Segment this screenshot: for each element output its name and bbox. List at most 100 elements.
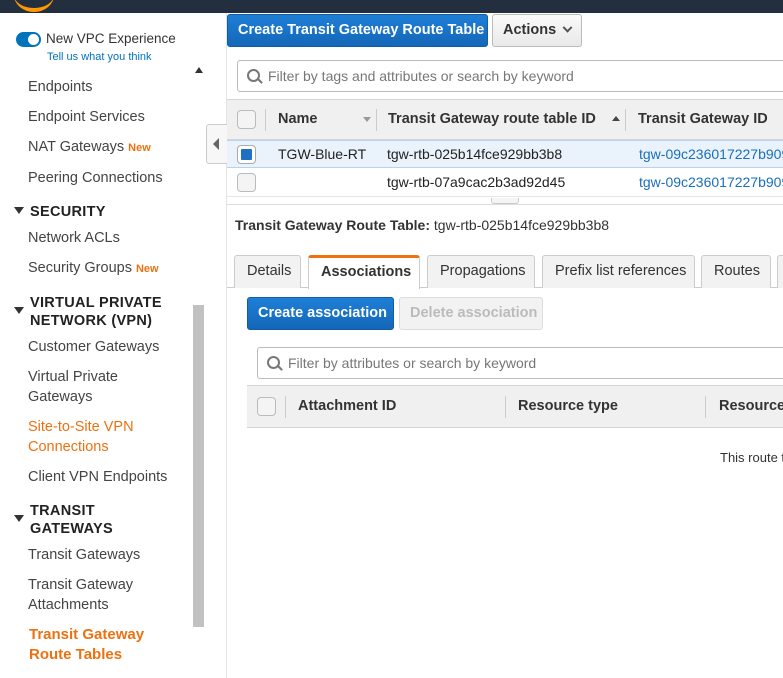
- cell-route-table-id: tgw-rtb-07a9cac2b3ad92d45: [387, 174, 566, 190]
- create-route-table-button[interactable]: Create Transit Gateway Route Table: [227, 14, 488, 47]
- column-header-resource-type[interactable]: Resource type: [518, 386, 618, 427]
- column-header-attachment-id[interactable]: Attachment ID: [298, 386, 396, 427]
- sidebar-item-label: Customer Gateways: [28, 339, 160, 355]
- sidebar-item-label: Transit Gateways: [28, 547, 141, 563]
- section-label: VIRTUAL PRIVATE: [30, 295, 162, 311]
- column-divider: [265, 109, 266, 131]
- cell-name: TGW-Blue-RT: [278, 146, 367, 162]
- sidebar-item-endpoints[interactable]: Endpoints: [28, 77, 93, 97]
- sidebar-item-label: Transit Gateway: [28, 577, 134, 593]
- section-label: GATEWAYS: [30, 521, 113, 537]
- scroll-up-arrow-icon[interactable]: [195, 67, 203, 73]
- sidebar-item-label: Site-to-Site VPN: [28, 419, 134, 435]
- column-divider: [625, 109, 626, 131]
- sidebar-item-label: Transit Gateway: [29, 626, 145, 643]
- sidebar-item-network-acls[interactable]: Network ACLs: [28, 228, 120, 248]
- sidebar-item-label: Virtual Private: [28, 369, 118, 385]
- new-vpc-experience-label: New VPC Experience: [46, 31, 176, 46]
- empty-table-message: This route t: [720, 450, 783, 465]
- panel-resize-bar[interactable]: [227, 198, 783, 205]
- sidebar-item-nat-gateways[interactable]: NAT Gateways New: [28, 137, 151, 158]
- search-placeholder: Filter by attributes or search by keywor…: [288, 355, 537, 371]
- sort-icon[interactable]: [363, 117, 371, 122]
- new-badge: New: [135, 263, 159, 275]
- select-all-checkbox[interactable]: [237, 110, 256, 129]
- new-badge: New: [128, 142, 151, 154]
- tab-propagations[interactable]: Propagations: [427, 255, 535, 288]
- detail-title-value: tgw-rtb-025b14fce929bb3b8: [433, 217, 610, 233]
- table-header: Name Transit Gateway route table ID Tran…: [227, 99, 783, 140]
- tab-prefix-list-references[interactable]: Prefix list references: [542, 255, 695, 288]
- search-placeholder: Filter by tags and attributes or search …: [268, 68, 574, 84]
- caret-down-icon: [14, 515, 24, 522]
- sidebar-item-label: Gateways: [28, 389, 93, 405]
- row-checkbox[interactable]: [237, 145, 256, 164]
- sidebar-item-virtual-private-gateways[interactable]: Virtual Private Gateways: [28, 367, 118, 407]
- association-search-input[interactable]: Filter by attributes or search by keywor…: [257, 347, 783, 379]
- top-navigation-bar: [0, 0, 783, 13]
- delete-association-button[interactable]: Delete association: [399, 297, 543, 330]
- section-label: TRANSIT: [30, 503, 95, 519]
- sidebar-item-label: Endpoints: [28, 79, 93, 95]
- sidebar-item-security-groups[interactable]: Security Groups New: [28, 258, 159, 279]
- sidebar-item-label: Peering Connections: [28, 170, 163, 186]
- search-input[interactable]: Filter by tags and attributes or search …: [237, 60, 783, 92]
- column-header-name[interactable]: Name: [278, 100, 318, 139]
- sidebar-item-label: Attachments: [28, 597, 109, 613]
- cell-route-table-id: tgw-rtb-025b14fce929bb3b8: [387, 146, 563, 162]
- tab-associations[interactable]: Associations: [308, 255, 420, 289]
- actions-dropdown-button[interactable]: Actions: [492, 14, 582, 47]
- column-divider: [285, 396, 286, 418]
- column-header-resource-id[interactable]: Resource I: [719, 386, 783, 427]
- actions-label: Actions: [503, 22, 557, 38]
- sidebar-item-site-to-site-vpn[interactable]: Site-to-Site VPN Connections: [28, 417, 134, 457]
- cell-transit-gateway-link[interactable]: tgw-09c236017227b9090: [639, 169, 783, 196]
- section-label: NETWORK (VPN): [30, 313, 153, 329]
- table-row[interactable]: TGW-Blue-RT tgw-rtb-025b14fce929bb3b8 tg…: [227, 140, 783, 168]
- create-association-button[interactable]: Create association: [247, 297, 394, 330]
- sidebar-item-transit-gateway-route-tables[interactable]: Transit Gateway Route Tables: [29, 625, 144, 665]
- sidebar-section-vpn[interactable]: VIRTUAL PRIVATE NETWORK (VPN): [14, 294, 162, 330]
- new-vpc-toggle[interactable]: [16, 32, 41, 47]
- detail-title: Transit Gateway Route Table: tgw-rtb-025…: [235, 217, 609, 233]
- tab-details[interactable]: Details: [234, 255, 301, 288]
- sidebar-item-label: Network ACLs: [28, 230, 120, 246]
- chevron-down-icon: [562, 22, 573, 33]
- search-icon: [267, 356, 280, 369]
- sort-ascending-icon[interactable]: [612, 116, 620, 121]
- resize-handle-icon[interactable]: [491, 198, 519, 204]
- collapse-sidebar-button[interactable]: [206, 124, 227, 164]
- search-icon: [247, 69, 260, 82]
- sidebar-item-transit-gateway-attachments[interactable]: Transit Gateway Attachments: [28, 575, 133, 615]
- sidebar-item-label: NAT Gateways: [28, 139, 125, 155]
- detail-title-label: Transit Gateway Route Table:: [235, 217, 431, 233]
- aws-logo-icon[interactable]: [0, 0, 60, 13]
- column-header-transit-gateway-id[interactable]: Transit Gateway ID: [638, 100, 768, 139]
- row-checkbox[interactable]: [237, 173, 256, 192]
- cell-transit-gateway-link[interactable]: tgw-09c236017227b9090: [639, 141, 783, 168]
- caret-down-icon: [14, 307, 24, 314]
- feedback-link[interactable]: Tell us what you think: [47, 51, 152, 63]
- sidebar-item-customer-gateways[interactable]: Customer Gateways: [28, 337, 159, 357]
- sidebar-section-security[interactable]: SECURITY: [14, 203, 106, 221]
- column-divider: [505, 396, 506, 418]
- sidebar-item-client-vpn-endpoints[interactable]: Client VPN Endpoints: [28, 467, 167, 487]
- column-divider: [376, 109, 377, 131]
- sidebar-section-transit-gateways[interactable]: TRANSIT GATEWAYS: [14, 502, 113, 538]
- sidebar-item-label: Connections: [28, 439, 109, 455]
- associations-table-header: Attachment ID Resource type Resource I: [247, 385, 783, 428]
- tab-overflow[interactable]: [777, 255, 783, 288]
- section-label: SECURITY: [30, 204, 106, 220]
- sidebar-item-transit-gateways[interactable]: Transit Gateways: [28, 545, 140, 565]
- table-row[interactable]: tgw-rtb-07a9cac2b3ad92d45 tgw-09c2360172…: [227, 169, 783, 197]
- sidebar-item-label: Client VPN Endpoints: [28, 469, 168, 485]
- sidebar-item-endpoint-services[interactable]: Endpoint Services: [28, 107, 145, 127]
- sidebar-scrollbar-thumb[interactable]: [193, 305, 204, 627]
- column-divider: [705, 396, 706, 418]
- sidebar-item-peering-connections[interactable]: Peering Connections: [28, 168, 163, 188]
- sidebar-item-label: Route Tables: [29, 646, 123, 663]
- caret-down-icon: [14, 207, 24, 214]
- tab-routes[interactable]: Routes: [701, 255, 771, 288]
- select-all-checkbox[interactable]: [257, 397, 276, 416]
- column-header-route-table-id[interactable]: Transit Gateway route table ID: [388, 100, 596, 139]
